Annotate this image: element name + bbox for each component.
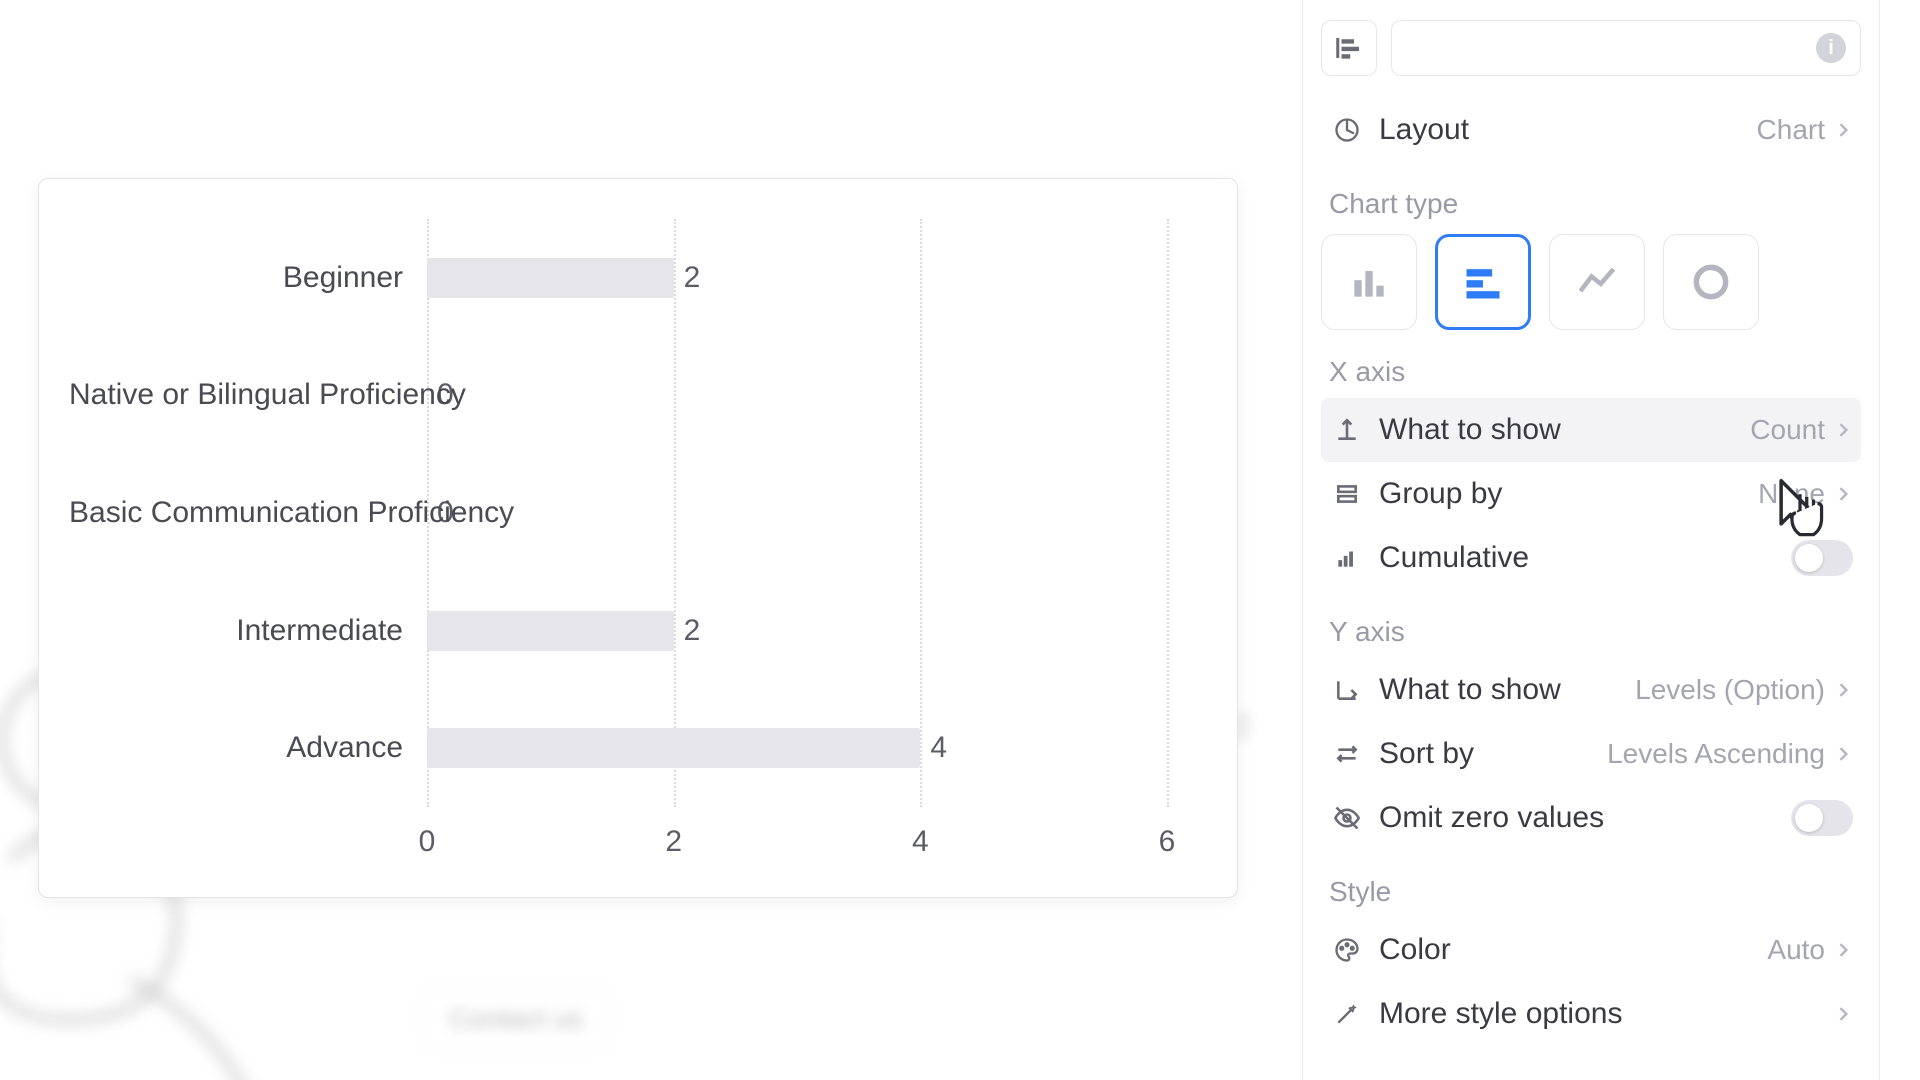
- x-what-value: Count: [1750, 414, 1825, 446]
- x-group-by-row[interactable]: Group by None: [1321, 462, 1861, 526]
- bar[interactable]: [427, 611, 674, 651]
- chart-title-input[interactable]: i: [1391, 20, 1861, 76]
- style-more-label: More style options: [1379, 997, 1833, 1031]
- x-what-label: What to show: [1379, 413, 1750, 447]
- bar-value: 2: [684, 261, 701, 295]
- y-sort-by-row[interactable]: Sort by Levels Ascending: [1321, 722, 1861, 786]
- background-contact-button: Contact us: [420, 988, 612, 1050]
- x-what-to-show-row[interactable]: What to show Count: [1321, 398, 1861, 462]
- chart-view-icon-button[interactable]: [1321, 20, 1377, 76]
- cumulative-icon: [1329, 545, 1365, 571]
- style-color-row[interactable]: Color Auto: [1321, 918, 1861, 982]
- chart-row: Beginner2: [427, 258, 1167, 298]
- config-panel: i Layout Chart Chart type X axis: [1302, 0, 1880, 1080]
- category-label: Beginner: [69, 261, 415, 295]
- axis-up-icon: [1329, 417, 1365, 443]
- section-style: Style: [1329, 876, 1861, 908]
- y-sort-value: Levels Ascending: [1607, 738, 1825, 770]
- chart-row: Intermediate2: [427, 611, 1167, 651]
- omit-zero-toggle[interactable]: [1791, 800, 1853, 836]
- y-what-value: Levels (Option): [1635, 674, 1825, 706]
- chevron-right-icon: [1833, 120, 1853, 140]
- chevron-right-icon: [1833, 940, 1853, 960]
- chart-type-selector: [1321, 234, 1861, 330]
- chevron-right-icon: [1833, 1004, 1853, 1024]
- x-tick: 0: [419, 825, 436, 859]
- section-x-axis: X axis: [1329, 356, 1861, 388]
- chart-type-vertical-bar[interactable]: [1321, 234, 1417, 330]
- cumulative-toggle[interactable]: [1791, 540, 1853, 576]
- chevron-right-icon: [1833, 484, 1853, 504]
- chart-row: Native or Bilingual Proficiency0: [427, 375, 1167, 415]
- category-label: Native or Bilingual Proficiency: [69, 378, 415, 412]
- layout-label: Layout: [1379, 113, 1757, 147]
- x-group-label: Group by: [1379, 477, 1758, 511]
- chevron-right-icon: [1833, 420, 1853, 440]
- chevron-right-icon: [1833, 744, 1853, 764]
- category-label: Basic Communication Proficiency: [69, 496, 415, 530]
- section-chart-type: Chart type: [1329, 188, 1861, 220]
- category-label: Intermediate: [69, 614, 415, 648]
- x-cumulative-label: Cumulative: [1379, 541, 1791, 575]
- y-what-to-show-row[interactable]: What to show Levels (Option): [1321, 658, 1861, 722]
- palette-icon: [1329, 936, 1365, 964]
- chart-row: Basic Communication Proficiency0: [427, 493, 1167, 533]
- x-tick: 6: [1159, 825, 1176, 859]
- layout-row[interactable]: Layout Chart: [1321, 98, 1861, 162]
- chart-row: Advance4: [427, 728, 1167, 768]
- info-icon[interactable]: i: [1816, 33, 1846, 63]
- layout-icon: [1329, 116, 1365, 144]
- x-tick: 2: [665, 825, 682, 859]
- y-omit-zero-row[interactable]: Omit zero values: [1321, 786, 1861, 850]
- x-group-value: None: [1758, 478, 1825, 510]
- style-color-label: Color: [1379, 933, 1767, 967]
- bar[interactable]: [427, 258, 674, 298]
- chart-type-donut[interactable]: [1663, 234, 1759, 330]
- bar-value: 2: [684, 614, 701, 648]
- eye-off-icon: [1329, 804, 1365, 832]
- style-color-value: Auto: [1767, 934, 1825, 966]
- chevron-right-icon: [1833, 680, 1853, 700]
- gridline: [1167, 219, 1169, 807]
- style-more-row[interactable]: More style options: [1321, 982, 1861, 1046]
- sort-icon: [1329, 741, 1365, 767]
- chart-plot: Beginner2 Native or Bilingual Proficiency…: [427, 219, 1167, 807]
- axis-right-icon: [1329, 677, 1365, 703]
- group-by-icon: [1329, 481, 1365, 507]
- y-omit-label: Omit zero values: [1379, 801, 1791, 835]
- layout-value: Chart: [1757, 114, 1825, 146]
- category-label: Advance: [69, 731, 415, 765]
- chart-type-line[interactable]: [1549, 234, 1645, 330]
- chart-card: Beginner2Native or Bilingual Proficiency…: [38, 178, 1238, 898]
- y-what-label: What to show: [1379, 673, 1635, 707]
- bar[interactable]: [427, 728, 920, 768]
- chart-type-horizontal-bar[interactable]: [1435, 234, 1531, 330]
- wand-icon: [1329, 1001, 1365, 1027]
- section-y-axis: Y axis: [1329, 616, 1861, 648]
- y-sort-label: Sort by: [1379, 737, 1607, 771]
- x-tick: 4: [912, 825, 929, 859]
- x-cumulative-row[interactable]: Cumulative: [1321, 526, 1861, 590]
- bar-value: 4: [930, 731, 947, 765]
